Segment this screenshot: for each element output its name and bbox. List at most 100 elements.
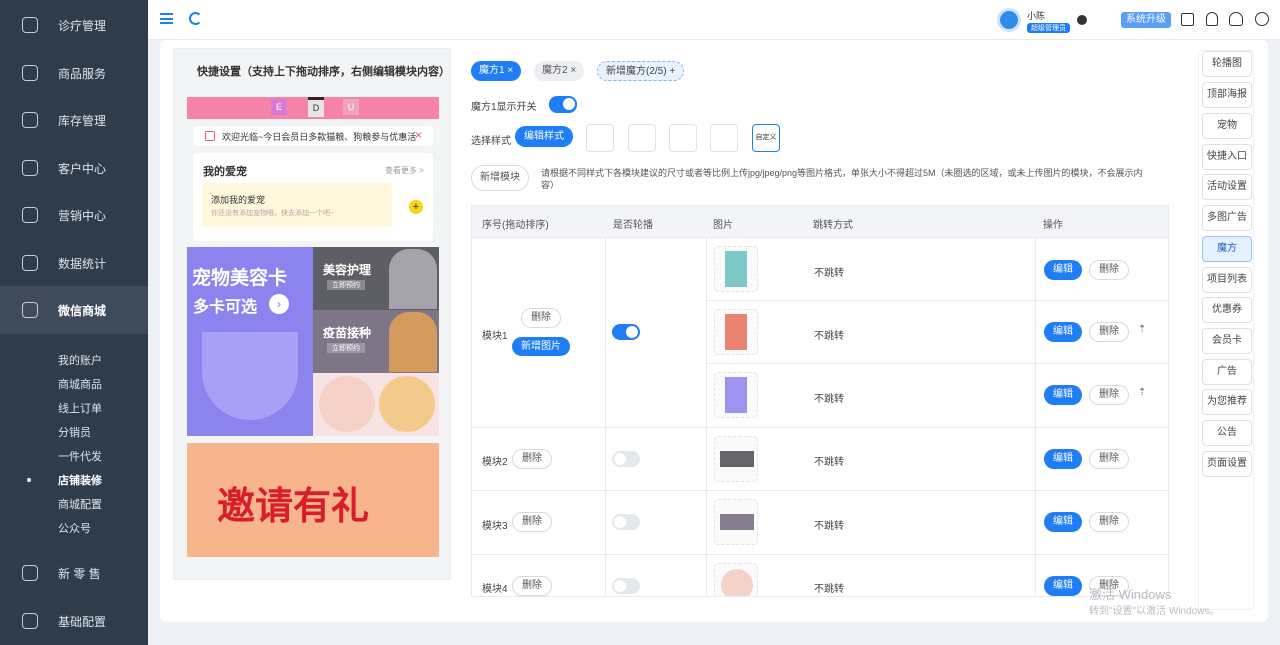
- component-coupon[interactable]: 优惠券: [1202, 297, 1252, 323]
- sub-item-orders[interactable]: 线上订单: [58, 400, 102, 416]
- component-magic-cube[interactable]: 魔方: [1202, 236, 1252, 262]
- image-thumb[interactable]: [714, 436, 758, 482]
- menu-icon[interactable]: [160, 13, 173, 24]
- edit-button[interactable]: 编辑: [1044, 260, 1082, 280]
- edit-style-button[interactable]: 编辑样式: [515, 126, 573, 147]
- nav-item-goods[interactable]: 商品服务: [0, 49, 148, 97]
- nav-item-stats[interactable]: 数据统计: [0, 239, 148, 287]
- refresh-icon[interactable]: [189, 12, 202, 25]
- sub-item-mall-config[interactable]: 商城配置: [58, 496, 102, 512]
- component-project-list[interactable]: 项目列表: [1202, 267, 1252, 293]
- nav-item-retail[interactable]: 新 零 售: [0, 549, 148, 597]
- edit-button[interactable]: 编辑: [1044, 449, 1082, 469]
- headset-icon[interactable]: [1229, 12, 1243, 26]
- component-recommend[interactable]: 为您推荐: [1202, 389, 1252, 415]
- image-preview: [720, 514, 754, 530]
- move-up-icon[interactable]: ⇡: [1138, 387, 1146, 398]
- upgrade-button[interactable]: 系统升级: [1121, 12, 1171, 28]
- nav-item-clinic[interactable]: 诊疗管理: [0, 1, 148, 49]
- tab-cube-1[interactable]: 魔方1 ×: [471, 61, 522, 81]
- sub-item-distributor[interactable]: 分销员: [58, 424, 91, 440]
- edit-button[interactable]: 编辑: [1044, 512, 1082, 532]
- image-thumb[interactable]: [714, 372, 758, 418]
- sub-item-official-account[interactable]: 公众号: [58, 520, 91, 536]
- carousel-toggle[interactable]: [612, 451, 640, 467]
- bell-icon[interactable]: [1206, 12, 1218, 26]
- nav-item-wechat-mall[interactable]: 微信商城: [0, 286, 148, 334]
- move-up-icon[interactable]: ⇡: [1138, 324, 1146, 335]
- banner-text: 邀请有礼: [217, 486, 370, 528]
- delete-button[interactable]: 删除: [1089, 385, 1129, 405]
- component-pet[interactable]: 宠物: [1202, 113, 1252, 139]
- component-multi-ad[interactable]: 多图广告: [1202, 205, 1252, 231]
- sub-item-dropship[interactable]: 一件代发: [58, 448, 102, 464]
- style-option-3[interactable]: [669, 124, 697, 152]
- component-page-settings[interactable]: 页面设置: [1202, 451, 1252, 477]
- trophy-image: [202, 332, 298, 420]
- image-thumb[interactable]: [714, 246, 758, 292]
- magic-cube-r2[interactable]: 疫苗接种 立即预约: [313, 310, 439, 373]
- edit-button[interactable]: 编辑: [1044, 385, 1082, 405]
- chevron-down-icon[interactable]: [1077, 15, 1087, 25]
- delete-module-button[interactable]: 删除: [512, 512, 552, 532]
- edit-button[interactable]: 编辑: [1044, 322, 1082, 342]
- cube-r2-title: 疫苗接种: [323, 326, 372, 340]
- component-carousel[interactable]: 轮播图: [1202, 51, 1252, 77]
- upload-hint: 请根据不同样式下各模块建议的尺寸或者等比例上传jpg/jpeg/png等图片格式…: [541, 168, 1143, 190]
- delete-button[interactable]: 删除: [1089, 260, 1129, 280]
- component-top-poster[interactable]: 顶部海报: [1202, 82, 1252, 108]
- sub-item-mall-goods[interactable]: 商城商品: [58, 376, 102, 392]
- component-activity[interactable]: 活动设置: [1202, 174, 1252, 200]
- style-option-1[interactable]: [586, 124, 614, 152]
- carousel-toggle[interactable]: [612, 578, 640, 594]
- add-module-button[interactable]: 新增模块: [471, 165, 529, 191]
- nav-item-inventory[interactable]: 库存管理: [0, 96, 148, 144]
- retail-icon: [22, 565, 38, 581]
- add-pet-box[interactable]: 添加我的爱宠 你还没有添加宠物哦，快去添加一个吧~: [202, 183, 392, 227]
- plus-icon[interactable]: +: [409, 200, 423, 214]
- carousel-toggle[interactable]: [612, 324, 640, 340]
- add-image-button[interactable]: 新增图片: [512, 337, 570, 356]
- module-name: 模块3: [482, 521, 508, 532]
- show-switch-toggle[interactable]: [549, 96, 577, 113]
- nav-item-basic-config[interactable]: 基础配置: [0, 597, 148, 645]
- edit-button[interactable]: 编辑: [1044, 576, 1082, 596]
- style-option-2[interactable]: [628, 124, 656, 152]
- delete-button[interactable]: 删除: [1089, 512, 1129, 532]
- magic-cube-r3[interactable]: [313, 373, 439, 436]
- magic-cube-r1[interactable]: 美容护理 立即预约: [313, 247, 439, 310]
- show-switch-label: 魔方1显示开关: [471, 102, 537, 113]
- nav-letter: E: [271, 99, 287, 115]
- image-thumb[interactable]: [714, 563, 758, 596]
- component-member-card[interactable]: 会员卡: [1202, 328, 1252, 354]
- close-icon[interactable]: ×: [415, 128, 422, 142]
- customer-icon: [22, 160, 38, 176]
- image-thumb[interactable]: [714, 499, 758, 545]
- add-cube-tab[interactable]: 新增魔方(2/5) +: [597, 61, 685, 81]
- delete-button[interactable]: 删除: [1089, 449, 1129, 469]
- delete-module-button[interactable]: 删除: [512, 576, 552, 596]
- pet-more-link[interactable]: 查看更多 >: [385, 165, 424, 176]
- help-icon[interactable]: [1255, 12, 1269, 26]
- delete-module-button[interactable]: 删除: [521, 308, 561, 328]
- avatar[interactable]: [997, 8, 1021, 32]
- magic-cube-big[interactable]: 宠物美容卡 多卡可选 ›: [187, 247, 313, 436]
- calendar-icon[interactable]: [1181, 13, 1194, 26]
- preview-title: 快捷设置（支持上下拖动排序，右侧编辑模块内容）: [197, 66, 450, 78]
- nav-item-marketing[interactable]: 营销中心: [0, 191, 148, 239]
- component-shortcut[interactable]: 快捷入口: [1202, 144, 1252, 170]
- banner[interactable]: 邀请有礼: [187, 443, 439, 557]
- carousel-toggle[interactable]: [612, 514, 640, 530]
- sub-item-decoration[interactable]: 店铺装修: [58, 472, 102, 488]
- delete-module-button[interactable]: 删除: [512, 449, 552, 469]
- tab-cube-2[interactable]: 魔方2 ×: [534, 61, 585, 81]
- style-option-custom[interactable]: 自定义: [752, 124, 780, 152]
- col-header: 是否轮播: [613, 220, 653, 231]
- component-notice[interactable]: 公告: [1202, 420, 1252, 446]
- image-thumb[interactable]: [714, 309, 758, 355]
- nav-item-customer[interactable]: 客户中心: [0, 144, 148, 192]
- sub-item-account[interactable]: 我的账户: [58, 352, 102, 368]
- style-option-4[interactable]: [710, 124, 738, 152]
- delete-button[interactable]: 删除: [1089, 322, 1129, 342]
- component-ad[interactable]: 广告: [1202, 359, 1252, 385]
